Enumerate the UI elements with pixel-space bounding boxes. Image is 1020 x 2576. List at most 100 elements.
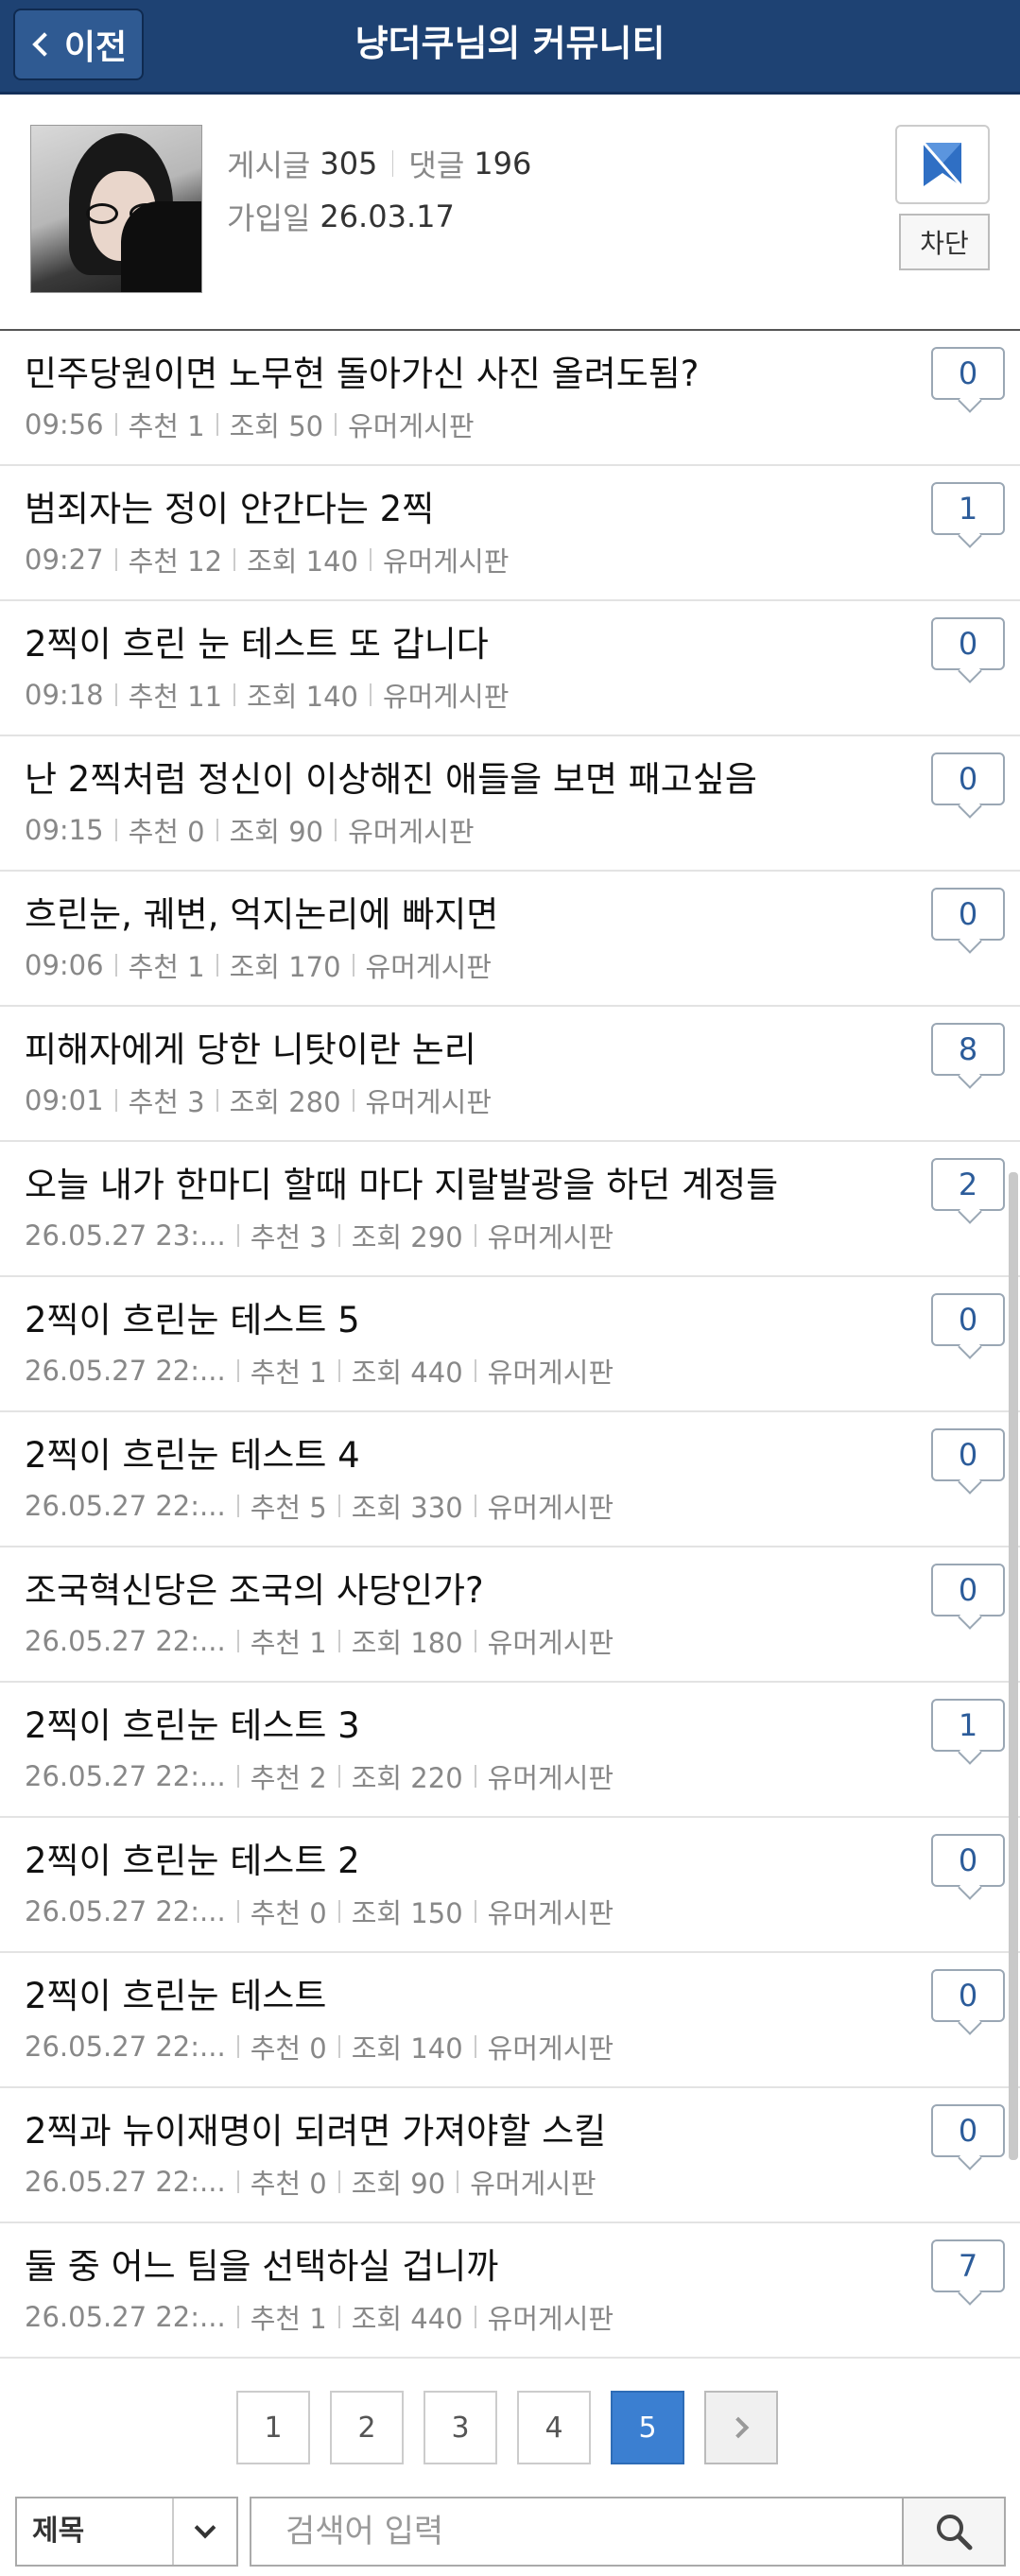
comment-count-badge[interactable]: 0 bbox=[931, 1293, 1005, 1346]
post-meta: 09:56 추천 1 조회 50 유머게시판 bbox=[25, 405, 475, 444]
post-meta: 09:15 추천 0 조회 90 유머게시판 bbox=[25, 810, 475, 850]
post-views: 조회 150 bbox=[351, 1897, 463, 1929]
post-meta: 26.05.27 22:... 추천 0 조회 90 유머게시판 bbox=[25, 2162, 596, 2202]
post-meta: 26.05.27 22:... 추천 1 조회 180 유머게시판 bbox=[25, 1621, 614, 1661]
post-meta: 09:18 추천 11 조회 140 유머게시판 bbox=[25, 675, 509, 715]
search-type-select[interactable]: 제목 bbox=[15, 2497, 238, 2567]
post-board: 유머게시판 bbox=[383, 545, 510, 578]
page-button-3[interactable]: 3 bbox=[424, 2391, 497, 2464]
post-meta: 26.05.27 22:... 추천 2 조회 220 유머게시판 bbox=[25, 1756, 614, 1796]
post-time: 26.05.27 22:... bbox=[25, 1355, 226, 1387]
post-meta: 26.05.27 22:... 추천 0 조회 140 유머게시판 bbox=[25, 2027, 614, 2066]
post-time: 26.05.27 22:... bbox=[25, 1895, 226, 1928]
list-item[interactable]: 난 2찍처럼 정신이 이상해진 애들을 보면 패고싶음 09:15 추천 0 조회 9… bbox=[0, 736, 1020, 872]
posts-count: 305 bbox=[320, 146, 378, 182]
post-title[interactable]: 피해자에게 당한 니탓이란 논리 bbox=[25, 1021, 476, 1072]
comment-count-badge[interactable]: 0 bbox=[931, 617, 1005, 670]
post-board: 유머게시판 bbox=[348, 410, 475, 442]
comments-count: 196 bbox=[474, 146, 532, 182]
posts-label: 게시글 bbox=[227, 147, 311, 183]
post-recommend: 추천 0 bbox=[128, 816, 205, 848]
list-item[interactable]: 2찍이 흐린눈 테스트 5 26.05.27 22:... 추천 1 조회 440 유머… bbox=[0, 1277, 1020, 1412]
comments-label: 댓글 bbox=[408, 147, 465, 183]
joined-date: 26.03.17 bbox=[320, 199, 455, 234]
post-title[interactable]: 범죄자는 정이 안간다는 2찍 bbox=[25, 480, 434, 531]
list-item[interactable]: 민주당원이면 노무현 돌아가신 사진 올려도됨? 09:56 추천 1 조회 50 유머… bbox=[0, 331, 1020, 466]
post-title[interactable]: 난 2찍처럼 정신이 이상해진 애들을 보면 패고싶음 bbox=[25, 751, 757, 802]
post-recommend: 추천 0 bbox=[250, 2032, 327, 2065]
search-input[interactable] bbox=[250, 2497, 911, 2567]
comment-count-badge[interactable]: 0 bbox=[931, 752, 1005, 805]
post-recommend: 추천 2 bbox=[250, 1762, 327, 1794]
post-recommend: 추천 0 bbox=[250, 2168, 327, 2200]
post-list: 민주당원이면 노무현 돌아가신 사진 올려도됨? 09:56 추천 1 조회 50 유머… bbox=[0, 331, 1020, 2359]
post-views: 조회 220 bbox=[351, 1762, 463, 1794]
page-button-2[interactable]: 2 bbox=[330, 2391, 404, 2464]
post-title[interactable]: 흐린눈, 궤변, 억지논리에 빠지면 bbox=[25, 886, 498, 937]
post-title[interactable]: 2찍이 흐린눈 테스트 5 bbox=[25, 1291, 360, 1342]
list-item[interactable]: 둘 중 어느 팀을 선택하실 겁니까 26.05.27 22:... 추천 1 조회 … bbox=[0, 2223, 1020, 2359]
list-item[interactable]: 2찍이 흐린눈 테스트 3 26.05.27 22:... 추천 2 조회 220 유머… bbox=[0, 1683, 1020, 1818]
page-button-5[interactable]: 5 bbox=[611, 2391, 684, 2464]
comment-count-badge[interactable]: 7 bbox=[931, 2239, 1005, 2292]
search-button[interactable] bbox=[902, 2497, 1006, 2567]
post-board: 유머게시판 bbox=[487, 1762, 614, 1794]
post-board: 유머게시판 bbox=[487, 1221, 614, 1253]
post-board: 유머게시판 bbox=[365, 951, 492, 983]
comment-count-badge[interactable]: 0 bbox=[931, 347, 1005, 400]
list-item[interactable]: 2찍이 흐린눈 테스트 26.05.27 22:... 추천 0 조회 140 유머게시… bbox=[0, 1953, 1020, 2088]
next-page-button[interactable] bbox=[704, 2391, 778, 2464]
search-icon bbox=[937, 2515, 973, 2550]
list-item[interactable]: 오늘 내가 한마디 할때 마다 지랄발광을 하던 계정들 26.05.27 23:… bbox=[0, 1142, 1020, 1277]
comment-count-badge[interactable]: 0 bbox=[931, 1834, 1005, 1887]
post-time: 09:01 bbox=[25, 1084, 104, 1116]
list-item[interactable]: 2찍이 흐린눈 테스트 2 26.05.27 22:... 추천 0 조회 150 유머… bbox=[0, 1818, 1020, 1953]
post-time: 26.05.27 22:... bbox=[25, 1625, 226, 1657]
page-button-4[interactable]: 4 bbox=[517, 2391, 591, 2464]
post-meta: 09:01 추천 3 조회 280 유머게시판 bbox=[25, 1081, 492, 1120]
list-item[interactable]: 흐린눈, 궤변, 억지논리에 빠지면 09:06 추천 1 조회 170 유머게시판 0 bbox=[0, 872, 1020, 1007]
post-title[interactable]: 2찍이 흐린눈 테스트 bbox=[25, 1967, 326, 2018]
comment-count-badge[interactable]: 0 bbox=[931, 888, 1005, 941]
list-item[interactable]: 피해자에게 당한 니탓이란 논리 09:01 추천 3 조회 280 유머게시판 8 bbox=[0, 1007, 1020, 1142]
page-button-1[interactable]: 1 bbox=[236, 2391, 310, 2464]
post-title[interactable]: 오늘 내가 한마디 할때 마다 지랄발광을 하던 계정들 bbox=[25, 1156, 778, 1207]
list-item[interactable]: 조국혁신당은 조국의 사당인가? 26.05.27 22:... 추천 1 조회 18… bbox=[0, 1547, 1020, 1683]
scrollbar[interactable] bbox=[1009, 1172, 1018, 2160]
shield-badge-icon bbox=[922, 142, 963, 187]
post-title[interactable]: 2찍이 흐린눈 테스트 3 bbox=[25, 1697, 360, 1748]
pagination: 12345 bbox=[236, 2391, 798, 2464]
post-title[interactable]: 조국혁신당은 조국의 사당인가? bbox=[25, 1562, 484, 1613]
badge-button[interactable] bbox=[895, 125, 990, 204]
post-recommend: 추천 1 bbox=[128, 410, 205, 442]
block-button[interactable]: 차단 bbox=[899, 214, 990, 270]
comment-count-badge[interactable]: 8 bbox=[931, 1023, 1005, 1076]
post-title[interactable]: 2찍이 흐린눈 테스트 4 bbox=[25, 1426, 360, 1478]
post-views: 조회 180 bbox=[351, 1627, 463, 1659]
comment-count-badge[interactable]: 1 bbox=[931, 1699, 1005, 1752]
comment-count-badge[interactable]: 0 bbox=[931, 1428, 1005, 1481]
post-title[interactable]: 2찍과 뉴이재명이 되려면 가져야할 스킬 bbox=[25, 2102, 606, 2153]
post-title[interactable]: 2찍이 흐린 눈 테스트 또 갑니다 bbox=[25, 615, 489, 666]
post-meta: 26.05.27 22:... 추천 5 조회 330 유머게시판 bbox=[25, 1486, 614, 1526]
chevron-down-icon bbox=[172, 2498, 236, 2565]
comment-count-badge[interactable]: 0 bbox=[931, 1969, 1005, 2022]
post-time: 26.05.27 22:... bbox=[25, 2301, 226, 2333]
post-meta: 09:06 추천 1 조회 170 유머게시판 bbox=[25, 945, 492, 985]
list-item[interactable]: 2찍과 뉴이재명이 되려면 가져야할 스킬 26.05.27 22:... 추천 0… bbox=[0, 2088, 1020, 2223]
comment-count-badge[interactable]: 0 bbox=[931, 1564, 1005, 1616]
post-recommend: 추천 11 bbox=[128, 681, 223, 713]
post-title[interactable]: 둘 중 어느 팀을 선택하실 겁니까 bbox=[25, 2238, 498, 2289]
profile-section: 게시글 305 댓글 196 가입일 26.03.17 차단 bbox=[0, 95, 1020, 331]
post-title[interactable]: 2찍이 흐린눈 테스트 2 bbox=[25, 1832, 360, 1883]
post-board: 유머게시판 bbox=[487, 1357, 614, 1389]
list-item[interactable]: 범죄자는 정이 안간다는 2찍 09:27 추천 12 조회 140 유머게시판 1 bbox=[0, 466, 1020, 601]
comment-count-badge[interactable]: 0 bbox=[931, 2104, 1005, 2157]
post-title[interactable]: 민주당원이면 노무현 돌아가신 사진 올려도됨? bbox=[25, 345, 699, 396]
list-item[interactable]: 2찍이 흐린눈 테스트 4 26.05.27 22:... 추천 5 조회 330 유머… bbox=[0, 1412, 1020, 1547]
comment-count-badge[interactable]: 2 bbox=[931, 1158, 1005, 1211]
list-item[interactable]: 2찍이 흐린 눈 테스트 또 갑니다 09:18 추천 11 조회 140 유머게시판 0 bbox=[0, 601, 1020, 736]
post-recommend: 추천 0 bbox=[250, 1897, 327, 1929]
comment-count-badge[interactable]: 1 bbox=[931, 482, 1005, 535]
post-views: 조회 330 bbox=[351, 1492, 463, 1524]
